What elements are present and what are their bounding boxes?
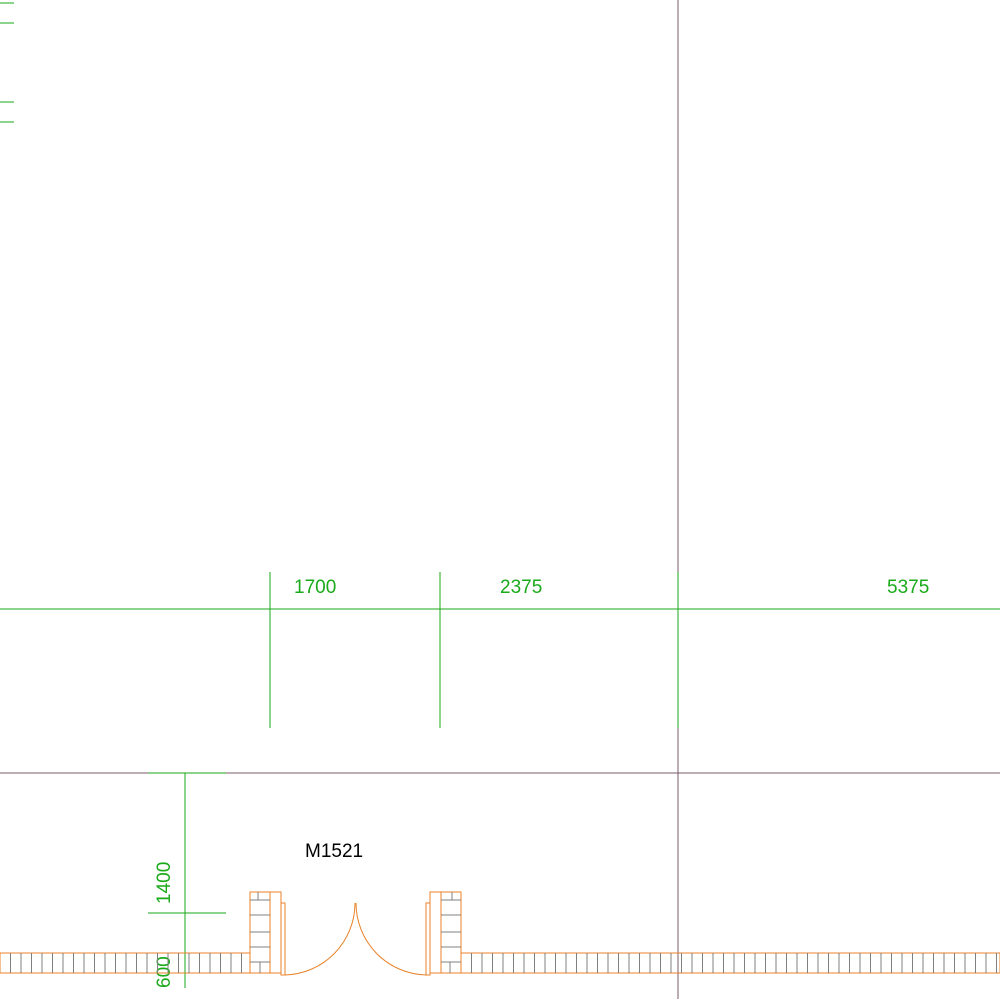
door-leaf-left	[280, 902, 286, 976]
door-tag-label: M1521	[305, 841, 363, 862]
wall-right[interactable]	[460, 952, 1000, 974]
door-jamb-right	[429, 891, 462, 974]
dimension-label-1400: 1400	[154, 862, 175, 904]
dimension-label-2375: 2375	[500, 577, 542, 598]
door-jamb-left	[249, 891, 282, 974]
dimension-label-5375: 5375	[887, 577, 929, 598]
axis-lines	[0, 0, 1000, 999]
cad-drawing-canvas[interactable]: 1700 2375 5375 1400 600 M1521	[0, 0, 1000, 999]
door-swing-arc-left	[284, 902, 356, 976]
door-swing-arc-right	[355, 902, 427, 976]
top-left-dimension-ticks	[0, 2, 14, 123]
double-door[interactable]	[280, 902, 431, 976]
door-leaf-right	[425, 902, 431, 976]
dimension-label-1700: 1700	[294, 577, 336, 598]
wall-left[interactable]	[0, 952, 251, 974]
